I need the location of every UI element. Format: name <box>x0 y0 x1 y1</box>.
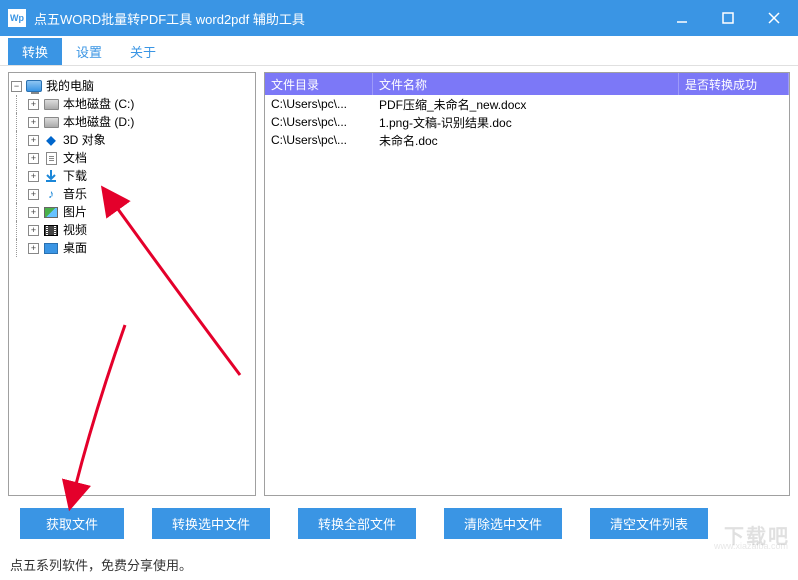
expand-icon[interactable]: + <box>28 189 39 200</box>
tree-item-disk-d[interactable]: +本地磁盘 (D:) <box>11 113 253 131</box>
expand-icon[interactable]: + <box>28 207 39 218</box>
tree-root[interactable]: − 我的电脑 <box>11 77 253 95</box>
cell-dir: C:\Users\pc\... <box>265 133 373 147</box>
expand-icon[interactable]: + <box>28 153 39 164</box>
document-icon <box>43 151 59 165</box>
disk-icon <box>43 115 59 129</box>
maximize-button[interactable] <box>718 8 738 28</box>
menubar: 转换 设置 关于 <box>0 38 798 66</box>
list-body[interactable]: C:\Users\pc\... PDF压缩_未命名_new.docx C:\Us… <box>265 95 789 495</box>
main-content: − 我的电脑 +本地磁盘 (C:) +本地磁盘 (D:) +◆3D 对象 +文档… <box>0 66 798 504</box>
col-header-name[interactable]: 文件名称 <box>373 73 679 95</box>
tree-item-downloads[interactable]: +下载 <box>11 167 253 185</box>
app-icon: Wp <box>8 9 26 27</box>
window-title: 点五WORD批量转PDF工具 word2pdf 辅助工具 <box>34 9 672 28</box>
expand-icon[interactable]: + <box>28 171 39 182</box>
music-icon: ♪ <box>43 187 59 201</box>
clear-selected-button[interactable]: 清除选中文件 <box>444 508 562 539</box>
footer-text: 点五系列软件，免费分享使用。 <box>0 549 798 580</box>
expand-icon[interactable]: + <box>28 135 39 146</box>
menu-settings[interactable]: 设置 <box>62 38 116 65</box>
file-list-panel: 文件目录 文件名称 是否转换成功 C:\Users\pc\... PDF压缩_未… <box>264 72 790 496</box>
close-button[interactable] <box>764 8 784 28</box>
convert-selected-button[interactable]: 转换选中文件 <box>152 508 270 539</box>
collapse-icon[interactable]: − <box>11 81 22 92</box>
list-row[interactable]: C:\Users\pc\... 1.png-文稿-识别结果.doc <box>265 113 789 131</box>
cell-dir: C:\Users\pc\... <box>265 97 373 111</box>
watermark-url: www.xiazaiba.com <box>714 541 788 551</box>
tree-item-desktop[interactable]: +桌面 <box>11 239 253 257</box>
tree-item-documents[interactable]: +文档 <box>11 149 253 167</box>
tree-item-disk-c[interactable]: +本地磁盘 (C:) <box>11 95 253 113</box>
expand-icon[interactable]: + <box>28 99 39 110</box>
menu-convert[interactable]: 转换 <box>8 38 62 65</box>
tree-item-3d[interactable]: +◆3D 对象 <box>11 131 253 149</box>
tree-root-label: 我的电脑 <box>46 77 94 95</box>
cell-dir: C:\Users\pc\... <box>265 115 373 129</box>
list-row[interactable]: C:\Users\pc\... PDF压缩_未命名_new.docx <box>265 95 789 113</box>
3d-icon: ◆ <box>43 133 59 147</box>
cell-name: 未命名.doc <box>373 132 679 149</box>
list-header: 文件目录 文件名称 是否转换成功 <box>265 73 789 95</box>
disk-icon <box>43 97 59 111</box>
titlebar: Wp 点五WORD批量转PDF工具 word2pdf 辅助工具 <box>0 0 798 36</box>
picture-icon <box>43 205 59 219</box>
menu-about[interactable]: 关于 <box>116 38 170 65</box>
tree-item-music[interactable]: +♪音乐 <box>11 185 253 203</box>
video-icon <box>43 223 59 237</box>
cell-name: 1.png-文稿-识别结果.doc <box>373 114 679 131</box>
button-bar: 获取文件 转换选中文件 转换全部文件 清除选中文件 清空文件列表 <box>0 504 798 549</box>
col-header-status[interactable]: 是否转换成功 <box>679 73 789 95</box>
get-files-button[interactable]: 获取文件 <box>20 508 124 539</box>
folder-tree[interactable]: − 我的电脑 +本地磁盘 (C:) +本地磁盘 (D:) +◆3D 对象 +文档… <box>8 72 256 496</box>
col-header-dir[interactable]: 文件目录 <box>265 73 373 95</box>
minimize-button[interactable] <box>672 8 692 28</box>
clear-list-button[interactable]: 清空文件列表 <box>590 508 708 539</box>
list-row[interactable]: C:\Users\pc\... 未命名.doc <box>265 131 789 149</box>
cell-name: PDF压缩_未命名_new.docx <box>373 96 679 113</box>
window-controls <box>672 8 784 28</box>
expand-icon[interactable]: + <box>28 225 39 236</box>
tree-item-pictures[interactable]: +图片 <box>11 203 253 221</box>
tree-item-videos[interactable]: +视频 <box>11 221 253 239</box>
expand-icon[interactable]: + <box>28 243 39 254</box>
download-icon <box>43 169 59 183</box>
computer-icon <box>26 79 42 93</box>
convert-all-button[interactable]: 转换全部文件 <box>298 508 416 539</box>
expand-icon[interactable]: + <box>28 117 39 128</box>
desktop-icon <box>43 241 59 255</box>
